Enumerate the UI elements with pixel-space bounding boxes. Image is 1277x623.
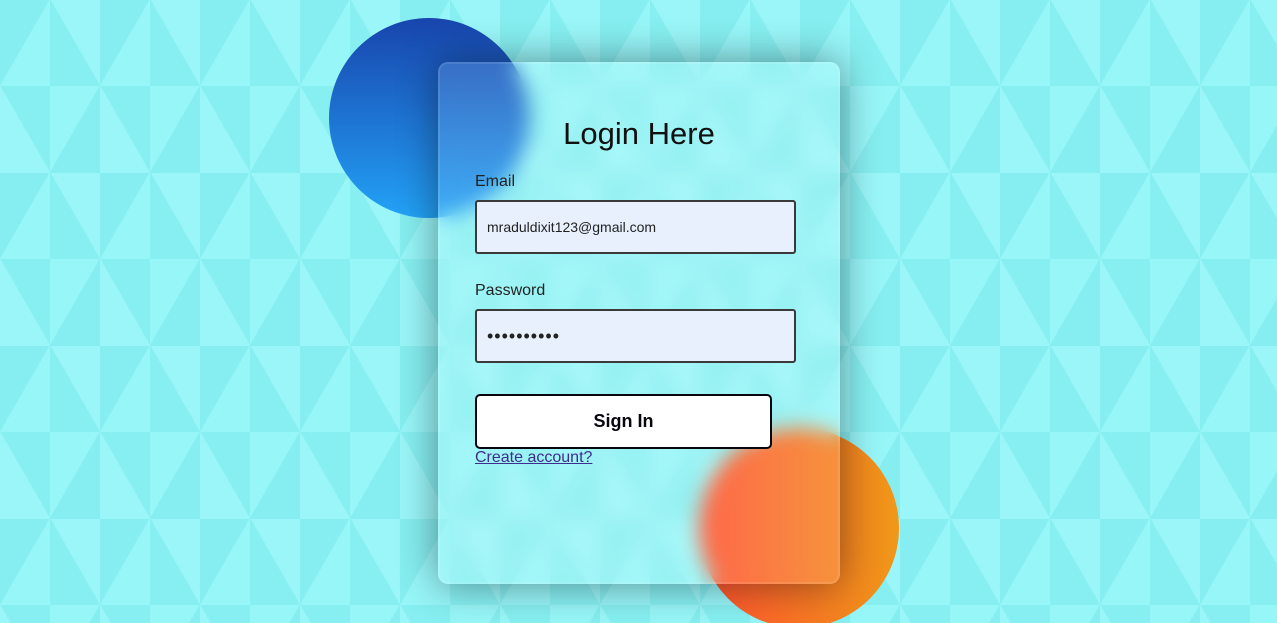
email-label: Email: [475, 173, 516, 190]
login-title: Login Here: [563, 116, 715, 151]
create-account-link[interactable]: Create account?: [475, 449, 592, 467]
password-input[interactable]: [475, 309, 796, 363]
password-label: Password: [475, 282, 546, 299]
email-input[interactable]: [475, 200, 796, 254]
sign-in-button[interactable]: Sign In: [475, 394, 772, 449]
login-form: Login Here Email Password Sign In Create…: [438, 62, 840, 584]
